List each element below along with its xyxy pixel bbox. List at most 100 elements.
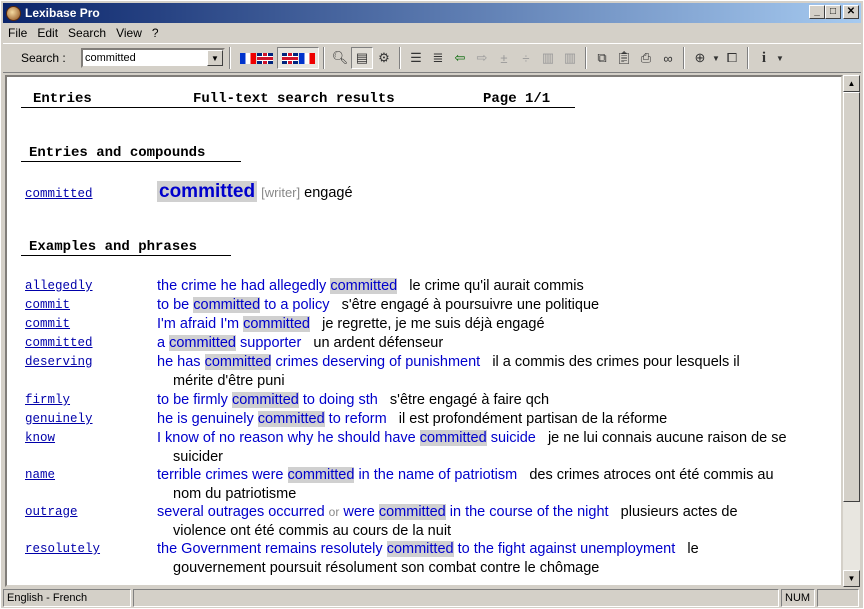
- zoom-menu-chevron-icon[interactable]: ▼: [711, 47, 721, 69]
- example-link[interactable]: deserving: [25, 355, 93, 369]
- history-list-icon[interactable]: ≣: [427, 47, 449, 69]
- toolbar-separator: [585, 47, 587, 69]
- page-prev-icon[interactable]: ▥: [537, 47, 559, 69]
- english-text: terrible crimes were: [157, 467, 288, 483]
- example-phrase: he has committed crimes deserving of pun…: [157, 353, 837, 391]
- menu-help[interactable]: ?: [147, 26, 164, 40]
- up-icon[interactable]: ±: [493, 47, 515, 69]
- search-hit: committed: [243, 316, 310, 332]
- register-label: [writer]: [261, 185, 301, 200]
- example-link[interactable]: commit: [25, 298, 70, 312]
- example-phrase: to be committed to a policy s'être engag…: [157, 296, 837, 315]
- down-icon[interactable]: ÷: [515, 47, 537, 69]
- results-title: Full-text search results: [193, 91, 395, 107]
- english-text: to be firmly: [157, 392, 232, 408]
- scroll-thumb[interactable]: [843, 92, 860, 502]
- zoom-icon[interactable]: ⊕: [689, 47, 711, 69]
- chevron-down-icon[interactable]: ▼: [207, 50, 223, 66]
- paste-icon[interactable]: 📋︎: [613, 47, 635, 69]
- french-translation-continued: gouvernement poursuit résolument son com…: [173, 560, 600, 576]
- toolbar-separator: [747, 47, 749, 69]
- example-phrase: terrible crimes were committed in the na…: [157, 466, 837, 504]
- example-link[interactable]: outrage: [25, 505, 78, 519]
- window-cursor-icon[interactable]: ⧠: [721, 47, 743, 69]
- english-phrase: to be firmly committed to doing sth: [157, 392, 378, 408]
- english-text: several outrages occurred: [157, 504, 329, 520]
- french-translation: plusieurs actes de: [620, 504, 738, 520]
- toolbar-separator: [229, 47, 231, 69]
- fulltext-search-icon[interactable]: ▤: [351, 47, 373, 69]
- forward-arrow-icon[interactable]: ⇨: [471, 47, 493, 69]
- scroll-down-icon[interactable]: ▼: [843, 570, 860, 587]
- close-button[interactable]: ✕: [843, 5, 859, 19]
- example-link[interactable]: firmly: [25, 393, 70, 407]
- magnifier-icon[interactable]: 🔍︎: [329, 47, 351, 69]
- example-link[interactable]: committed: [25, 336, 93, 350]
- menu-edit[interactable]: Edit: [32, 26, 63, 40]
- english-phrase: I know of no reason why he should have c…: [157, 430, 536, 446]
- example-link[interactable]: commit: [25, 317, 70, 331]
- french-translation: des crimes atroces ont été commis au: [529, 467, 774, 483]
- scroll-up-icon[interactable]: ▲: [843, 75, 860, 92]
- minimize-button[interactable]: _: [809, 5, 825, 19]
- toolbar-separator: [399, 47, 401, 69]
- toolbar-separator: [323, 47, 325, 69]
- french-translation: il a commis des crimes pour lesquels il: [492, 354, 740, 370]
- advanced-search-icon[interactable]: ⚙︎: [373, 47, 395, 69]
- back-arrow-icon[interactable]: ⇦: [449, 47, 471, 69]
- english-text: suicide: [486, 430, 536, 446]
- french-translation-continued: nom du patriotisme: [173, 486, 297, 502]
- english-text: to reform: [324, 411, 387, 427]
- search-hit: committed: [378, 504, 446, 520]
- english-text: I'm afraid I'm: [157, 316, 244, 332]
- english-phrase: several outrages occurred or were commit…: [157, 504, 609, 520]
- app-window: Lexibase Pro _ □ ✕ File Edit Search View…: [0, 0, 864, 609]
- info-menu-chevron-icon[interactable]: ▼: [775, 47, 785, 69]
- toolbar-separator: [683, 47, 685, 69]
- copy-icon[interactable]: ⧉: [591, 47, 613, 69]
- french-english-flags-button[interactable]: [235, 47, 277, 69]
- french-translation-continued: violence ont été commis au cours de la n…: [173, 523, 452, 539]
- menu-view[interactable]: View: [111, 26, 147, 40]
- example-phrase: I know of no reason why he should have c…: [157, 429, 837, 467]
- english-phrase: he has committed crimes deserving of pun…: [157, 354, 480, 370]
- english-phrase: the crime he had allegedly committed: [157, 278, 398, 294]
- example-link[interactable]: name: [25, 468, 55, 482]
- english-phrase: I'm afraid I'm committed: [157, 316, 310, 332]
- maximize-button[interactable]: □: [825, 5, 841, 19]
- english-french-flags-button[interactable]: [277, 47, 319, 69]
- search-combo[interactable]: ▼: [81, 48, 225, 68]
- menu-file[interactable]: File: [3, 26, 32, 40]
- example-link[interactable]: genuinely: [25, 412, 93, 426]
- list-icon[interactable]: ☰: [405, 47, 427, 69]
- example-phrase: several outrages occurred or were commit…: [157, 503, 837, 541]
- search-hit: committed: [204, 354, 272, 370]
- english-text: the Government remains resolutely: [157, 541, 387, 557]
- english-text: to the fight against unemployment: [453, 541, 676, 557]
- example-phrase: a committed supporter un ardent défenseu…: [157, 334, 837, 353]
- entry-link-committed[interactable]: committed: [25, 187, 93, 201]
- example-link[interactable]: allegedly: [25, 279, 93, 293]
- binoculars-icon[interactable]: ∞: [657, 47, 679, 69]
- info-icon[interactable]: i: [753, 47, 775, 69]
- french-translation: s'être engagé à faire qch: [389, 392, 550, 408]
- english-phrase: he is genuinely committed to reform: [157, 411, 387, 427]
- example-link[interactable]: resolutely: [25, 542, 100, 556]
- example-link[interactable]: know: [25, 431, 55, 445]
- print-icon[interactable]: ⎙: [635, 47, 657, 69]
- english-text: were: [339, 504, 379, 520]
- english-text: he is genuinely: [157, 411, 258, 427]
- or-label: or: [328, 505, 340, 519]
- section-title-examples: Examples and phrases: [29, 239, 198, 255]
- page-next-icon[interactable]: ▥: [559, 47, 581, 69]
- search-input[interactable]: [83, 52, 209, 64]
- section-rule: [21, 255, 231, 256]
- english-phrase: a committed supporter: [157, 335, 301, 351]
- english-phrase: the Government remains resolutely commit…: [157, 541, 675, 557]
- vertical-scrollbar[interactable]: ▲ ▼: [843, 75, 860, 587]
- search-hit: committed: [330, 278, 398, 294]
- menu-bar: File Edit Search View ?: [3, 24, 164, 42]
- status-message: [133, 589, 779, 607]
- example-phrase: the crime he had allegedly committed le …: [157, 277, 837, 296]
- menu-search[interactable]: Search: [63, 26, 111, 40]
